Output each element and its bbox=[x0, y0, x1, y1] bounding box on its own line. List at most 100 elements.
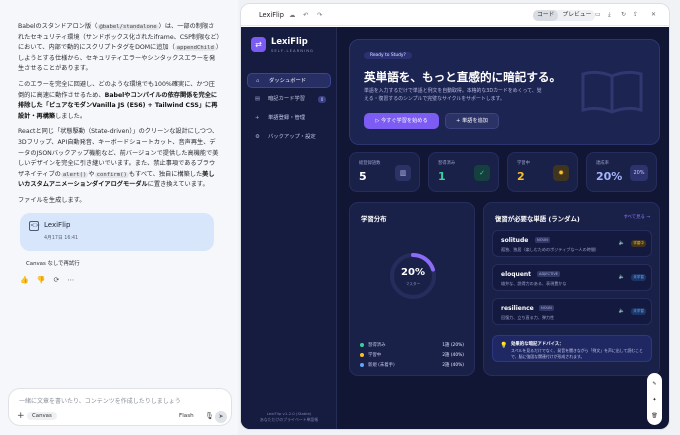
legend-label: 新規 (未着手) bbox=[368, 363, 395, 368]
legend-dot bbox=[360, 362, 364, 367]
tab-preview[interactable]: プレビュー bbox=[558, 10, 595, 21]
brand-name: LexiFlip bbox=[271, 36, 308, 46]
msg-text: Babelのスタンドアロン版（ bbox=[18, 23, 98, 30]
stat-card-rate: 達成率 20% 20% bbox=[586, 152, 657, 192]
word-row[interactable]: eloquent ADJECTIVE 雄弁な、説得力のある、表現豊かな 🔈 未学… bbox=[492, 264, 652, 291]
hero-description: 単語を入力するだけで単語と例文を自動取得。本格的な3Dカードをめくって、覚える・… bbox=[364, 88, 542, 102]
canvas-window: LexiFlip ☁ ↶ ↷ コード プレビュー ▭ ⤓ ↻ ⇪ ✕ ⇄ Lex… bbox=[240, 3, 670, 430]
distribution-panel: 学習分布 20% マスター 習得済み 1語 (20%) 学習中 2語 (40%) 新… bbox=[349, 202, 475, 376]
cards-icon: ▤ bbox=[255, 96, 261, 102]
panel-title: 復習が必要な単語 (ランダム) bbox=[495, 215, 580, 223]
stat-card-mastered: 習得済み 1 ✓ bbox=[428, 152, 499, 192]
download-icon[interactable]: ⤓ bbox=[608, 11, 611, 19]
legend-label: 学習中 bbox=[368, 353, 382, 358]
gear-icon: ⚙ bbox=[255, 134, 260, 140]
mic-icon[interactable]: 🎙 bbox=[205, 412, 214, 420]
stat-card-learning: 学習中 2 ✹ bbox=[507, 152, 578, 192]
legend-dot bbox=[360, 342, 364, 347]
brain-icon: ✹ bbox=[553, 165, 569, 181]
sidebar: ⇄ LexiFlip SELF-LEARNING ⌂ ダッシュボード ▤ 暗記カード… bbox=[241, 27, 337, 429]
send-icon[interactable]: ➤ bbox=[215, 411, 227, 423]
share-icon[interactable]: ⇪ bbox=[633, 11, 638, 18]
pos-tag: ADJECTIVE bbox=[537, 271, 561, 277]
msg-text: しました。 bbox=[55, 112, 87, 120]
hero-banner: Ready to Study? 英単語を、もっと直感的に暗記する。 単語を入力す… bbox=[349, 39, 660, 145]
trash-icon[interactable]: 🗑 bbox=[647, 413, 662, 419]
sidebar-item-flashcards[interactable]: ▤ 暗記カード学習 0 bbox=[247, 92, 331, 107]
canvas-toolbar: LexiFlip ☁ ↶ ↷ コード プレビュー ▭ ⤓ ↻ ⇪ ✕ bbox=[241, 4, 669, 26]
screen: Babelのスタンドアロン版（ @babel/standalone ）は、一部の制限… bbox=[0, 0, 680, 435]
nav-label: ダッシュボード bbox=[269, 78, 307, 84]
canvas-file-card[interactable]: <> LexiFlip 4月17日 16:41 bbox=[20, 213, 214, 251]
check-icon: ✓ bbox=[474, 165, 490, 181]
code-file-icon: <> bbox=[29, 221, 41, 231]
card-date: 4月17日 16:41 bbox=[44, 236, 79, 241]
inline-code: alert() bbox=[60, 171, 89, 178]
start-study-button[interactable]: ▷ 今すぐ学習を始める bbox=[364, 113, 439, 129]
refresh-icon[interactable]: ⟳ bbox=[53, 276, 59, 284]
add-word-button[interactable]: + 単語を追加 bbox=[445, 113, 499, 129]
reload-icon[interactable]: ↻ bbox=[621, 11, 626, 18]
nav-label: 暗記カード学習 bbox=[268, 96, 306, 102]
inline-code: appendChild bbox=[174, 45, 216, 52]
window-icon[interactable]: ▭ bbox=[595, 11, 601, 18]
inline-code: @babel/standalone bbox=[97, 24, 159, 30]
prompt-input-box[interactable]: 一緒に文章を書いたり、コンテンツを作成したりしましょう + Canvas Fla… bbox=[8, 388, 232, 426]
edit-icon[interactable]: ✎ bbox=[647, 381, 662, 387]
status-badge: 未学習 bbox=[631, 308, 646, 315]
legend-value: 2語 (40%) bbox=[442, 363, 464, 368]
inline-code: confirm() bbox=[94, 171, 129, 178]
msg-text: もすべて、独自に構築した bbox=[128, 170, 203, 178]
thumbs-up-icon[interactable]: 👍 bbox=[20, 276, 29, 284]
model-selector[interactable]: Flash bbox=[179, 413, 194, 419]
retry-without-canvas-button[interactable]: Canvas なしで再試行 bbox=[26, 259, 80, 267]
study-advice: 💡 効果的な暗記アドバイス： スペルを見るだけでなく、発音を聞きながら「例文」を… bbox=[492, 335, 652, 362]
legend-value: 2語 (40%) bbox=[442, 353, 464, 358]
donut-value: 20% bbox=[401, 267, 425, 278]
sidebar-footer: LexiFlip v1.2.0 (Stable) あなただけのプライベート単語帳 bbox=[241, 411, 337, 423]
pos-tag: NOUN bbox=[539, 305, 554, 311]
stat-label: 総登録語数 bbox=[359, 161, 381, 166]
undo-icon[interactable]: ↶ bbox=[303, 11, 308, 19]
stat-value: 1 bbox=[438, 170, 446, 183]
more-icon[interactable]: ⋯ bbox=[67, 276, 74, 284]
plus-icon: + bbox=[255, 115, 260, 121]
canvas-title: LexiFlip bbox=[259, 11, 284, 19]
button-label: 単語を追加 bbox=[462, 118, 488, 124]
chat-panel: Babelのスタンドアロン版（ @babel/standalone ）は、一部の制限… bbox=[0, 0, 238, 435]
close-icon[interactable]: ✕ bbox=[651, 11, 656, 18]
home-icon: ⌂ bbox=[256, 78, 260, 84]
redo-icon[interactable]: ↷ bbox=[317, 11, 322, 19]
book-icon bbox=[581, 70, 643, 114]
speaker-icon[interactable]: 🔈 bbox=[619, 240, 625, 246]
advice-body: スペルを見るだけでなく、発音を聞きながら「例文」を声に出して読むことで、脳に強固… bbox=[511, 348, 643, 359]
legend-new: 新規 (未着手) 2語 (40%) bbox=[360, 362, 464, 370]
word-row[interactable]: resilience NOUN 回復力、立ち直る力、弾力性 🔈 未学習 bbox=[492, 298, 652, 325]
pos-tag: NOUN bbox=[535, 237, 550, 243]
tab-code[interactable]: コード bbox=[533, 10, 559, 21]
see-all-link[interactable]: すべて見る → bbox=[623, 214, 650, 220]
rate-badge: 20% bbox=[630, 165, 648, 181]
word-row[interactable]: solitude NOUN 孤独、独居（楽しむためのポジティブな一人の時間） 🔈… bbox=[492, 230, 652, 257]
add-icon[interactable]: + bbox=[17, 411, 25, 421]
prompt-placeholder[interactable]: 一緒に文章を書いたり、コンテンツを作成したりしましょう bbox=[19, 396, 181, 405]
lightbulb-icon: 💡 bbox=[500, 342, 508, 349]
msg-text: ファイルを生成します。 bbox=[18, 196, 86, 204]
speaker-icon[interactable]: 🔈 bbox=[619, 308, 625, 314]
msg-text: や bbox=[88, 170, 95, 178]
sidebar-item-backup[interactable]: ⚙ バックアップ・設定 bbox=[247, 130, 331, 145]
sidebar-item-dashboard[interactable]: ⌂ ダッシュボード bbox=[247, 73, 331, 88]
hero-title: 英単語を、もっと直感的に暗記する。 bbox=[364, 70, 562, 84]
speaker-icon[interactable]: 🔈 bbox=[619, 274, 625, 280]
stat-value: 2 bbox=[517, 170, 525, 183]
thumbs-down-icon[interactable]: 👎 bbox=[37, 276, 46, 284]
canvas-chip[interactable]: Canvas bbox=[27, 412, 57, 420]
sparkle-icon[interactable]: ✦ bbox=[647, 397, 662, 403]
cloud-icon[interactable]: ☁ bbox=[289, 11, 295, 19]
status-badge: 学習中 bbox=[631, 240, 646, 247]
sidebar-item-words[interactable]: + 単語登録・管理 bbox=[247, 111, 331, 126]
legend-label: 習得済み bbox=[368, 343, 386, 348]
stat-label: 学習中 bbox=[517, 161, 530, 166]
stat-value: 20% bbox=[596, 170, 623, 183]
word-text: resilience bbox=[501, 305, 534, 312]
